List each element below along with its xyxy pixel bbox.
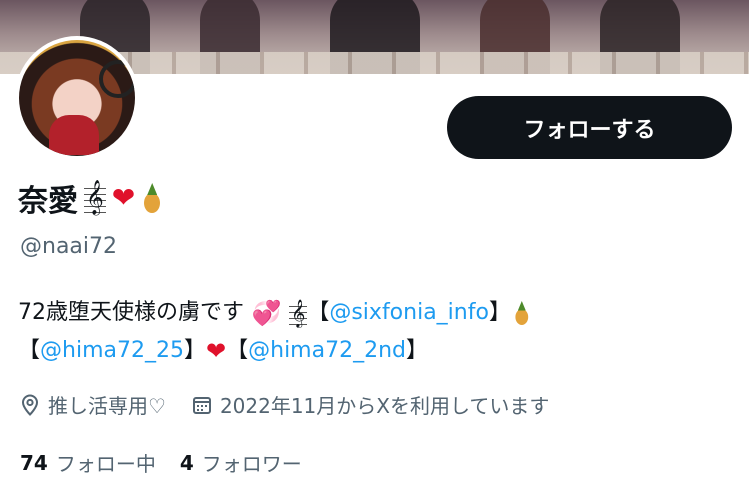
user-handle: @naai72: [20, 234, 118, 259]
bracket-open: 【: [307, 300, 330, 325]
bio-line: 【 @hima72_25 】 ❤ 【 @hima72_2nd 】: [18, 332, 733, 370]
display-name: 奈愛: [18, 184, 78, 219]
bracket-close: 】: [406, 338, 429, 363]
bracket-open: 【: [18, 338, 41, 363]
avatar-detail: [49, 115, 99, 155]
treble-clef-emoji-icon: 𝄞: [84, 180, 106, 215]
pineapple-emoji-icon: [141, 183, 161, 213]
follow-stats: 74 フォロー中 4 フォロワー: [20, 448, 326, 477]
two-hearts-emoji-icon: 💞: [244, 299, 290, 327]
display-name-row: 奈愛 𝄞 ❤: [18, 176, 161, 220]
location-pin-icon: [21, 393, 39, 416]
avatar[interactable]: [15, 36, 139, 160]
follow-button[interactable]: フォローする: [447, 96, 732, 159]
avatar-image: [19, 40, 135, 156]
pineapple-emoji-icon: [513, 301, 529, 325]
avatar-detail: [99, 60, 135, 98]
treble-clef-emoji-icon: 𝄞: [289, 299, 308, 327]
bracket-close: 】: [183, 338, 206, 363]
mention-link-hima72-25[interactable]: @hima72_25: [40, 332, 184, 370]
bio: 72歳堕天使様の虜です 💞 𝄞 【 @sixfonia_info 】 【 @hi…: [18, 294, 733, 370]
followers-label[interactable]: フォロワー: [202, 448, 302, 477]
join-date-text: 2022年11月からXを利用しています: [219, 394, 550, 418]
bracket-open: 【: [226, 338, 249, 363]
bio-line: 72歳堕天使様の虜です 💞 𝄞 【 @sixfonia_info 】: [18, 294, 733, 332]
join-date: 2022年11月からXを利用しています: [192, 390, 549, 419]
bio-text: 72歳堕天使様の虜です: [18, 300, 244, 325]
red-heart-emoji-icon: ❤: [111, 181, 136, 214]
bracket-close: 】: [488, 300, 511, 325]
calendar-icon: [192, 396, 211, 414]
profile-category: 推し活専用♡: [20, 390, 166, 419]
following-label[interactable]: フォロー中: [56, 448, 156, 477]
mention-link-hima72-2nd[interactable]: @hima72_2nd: [248, 332, 406, 370]
profile-meta: 推し活専用♡ 2022年11月からXを利用しています: [20, 390, 575, 419]
category-text: 推し活専用♡: [48, 394, 166, 418]
red-heart-emoji-icon: ❤: [206, 337, 227, 365]
followers-count[interactable]: 4: [180, 451, 194, 475]
mention-link-sixfonia[interactable]: @sixfonia_info: [329, 294, 489, 332]
following-count[interactable]: 74: [20, 451, 48, 475]
